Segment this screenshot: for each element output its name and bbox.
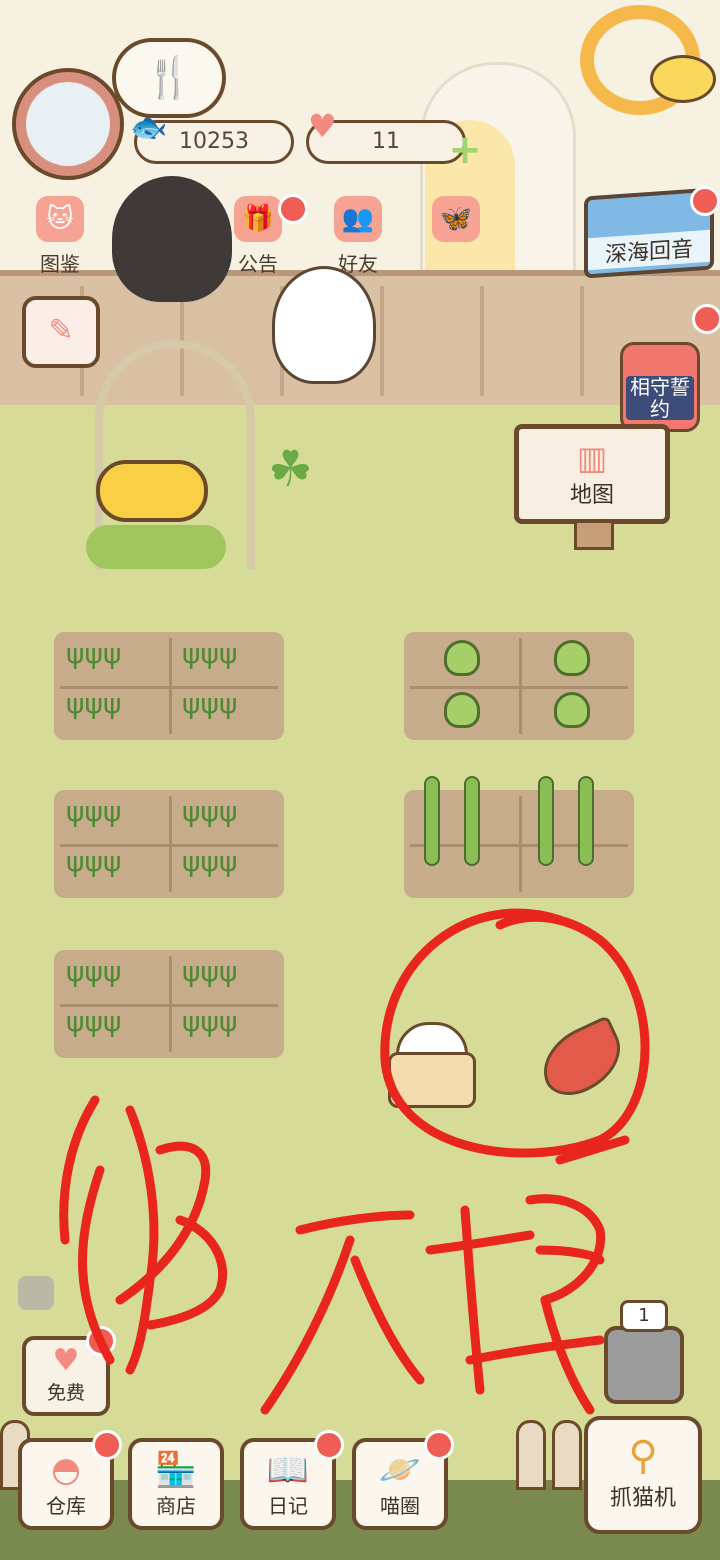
crop-plot[interactable]: ψψψ ψψψ ψψψ ψψψ xyxy=(54,790,284,898)
bar-label: 喵圈 xyxy=(380,1494,420,1518)
notification-dot xyxy=(278,194,308,224)
shop-button[interactable]: 🏪 商店 xyxy=(128,1438,224,1530)
claw-label: 抓猫机 xyxy=(609,1486,676,1511)
heart-icon: ♥ xyxy=(308,107,337,145)
menu-item-collection[interactable]: 🐱 图鉴 xyxy=(22,196,98,276)
fish-icon: 🐟 xyxy=(130,110,168,145)
calendar-button[interactable]: ✎ xyxy=(22,296,100,368)
oath-event-button[interactable]: 相守誓约 xyxy=(612,312,708,432)
food-bubble[interactable]: 🍴 xyxy=(112,38,226,118)
rice-bag-item[interactable] xyxy=(388,1022,476,1108)
notification-dot xyxy=(690,186,720,216)
player-avatar[interactable] xyxy=(12,68,124,180)
clover-icon: ☘ xyxy=(268,440,313,498)
map-button[interactable]: ▥ 地图 xyxy=(514,424,670,524)
friends-icon: 👥 xyxy=(334,196,382,242)
bar-label: 仓库 xyxy=(46,1494,86,1518)
crop-plot[interactable]: ψψψ ψψψ ψψψ ψψψ xyxy=(54,950,284,1058)
free-label: 免费 xyxy=(46,1382,85,1404)
notification-dot xyxy=(314,1430,344,1460)
claw-machine-counter[interactable]: 1 xyxy=(604,1300,684,1404)
notification-dot xyxy=(424,1430,454,1460)
claw-icon: ⚲ xyxy=(628,1433,658,1479)
fence-icon: ▥ xyxy=(576,439,608,477)
swing-flower-seat xyxy=(96,460,208,522)
add-hearts-button[interactable]: + xyxy=(446,130,484,170)
pencil-icon: ✎ xyxy=(48,313,74,348)
crop-plot[interactable] xyxy=(404,632,634,740)
machine-count: 1 xyxy=(620,1300,668,1332)
notification-dot xyxy=(692,304,720,334)
notification-dot xyxy=(92,1430,122,1460)
chat-icon[interactable] xyxy=(18,1276,54,1310)
fish-count: 10253 xyxy=(179,129,249,154)
map-sign-post xyxy=(574,520,614,550)
fork-spoon-icon: 🍴 xyxy=(144,55,194,101)
calico-cat[interactable] xyxy=(112,176,232,302)
claw-machine-button[interactable]: ⚲ 抓猫机 xyxy=(584,1416,702,1534)
shop-icon: 🏪 xyxy=(154,1450,198,1490)
oath-label: 相守誓约 xyxy=(626,376,694,420)
crop-plot[interactable]: ψψψ ψψψ ψψψ ψψψ xyxy=(54,632,284,740)
map-label: 地图 xyxy=(569,483,614,508)
menu-item-event[interactable]: 🦋 xyxy=(418,196,494,276)
menu-item-friends[interactable]: 👥 好友 xyxy=(320,196,396,276)
heart-count: 11 xyxy=(372,129,400,154)
deep-sea-label: 深海回音 xyxy=(588,229,710,271)
bee-icon[interactable] xyxy=(650,55,716,103)
crop-plot[interactable] xyxy=(404,776,634,898)
gift-icon: 🎁 xyxy=(234,196,282,242)
cat-book-icon: 🐱 xyxy=(36,196,84,242)
bar-label: 商店 xyxy=(156,1494,196,1518)
white-cat[interactable] xyxy=(272,266,376,384)
swing-leaf-base xyxy=(86,525,226,569)
butterfly-icon: 🦋 xyxy=(432,196,480,242)
bar-label: 日记 xyxy=(268,1494,308,1518)
menu-label: 图鉴 xyxy=(40,252,80,276)
notification-dot xyxy=(86,1326,116,1356)
